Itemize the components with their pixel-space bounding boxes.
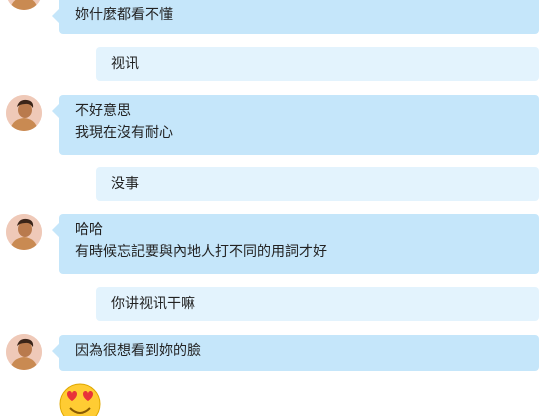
message-bubble-incoming: 不好意思 我現在沒有耐心	[52, 95, 539, 155]
heart-eyes-emoji-icon	[58, 382, 102, 416]
chat-conversation: 妳什麼都看不懂 视讯 不好意思 我現在沒有耐心 没事 哈哈 有時候忘記要與內地人…	[0, 0, 539, 416]
message-bubble-incoming: 哈哈 有時候忘記要與內地人打不同的用詞才好	[52, 214, 539, 274]
person-avatar-icon	[6, 0, 42, 10]
message-text: 你讲视讯干嘛	[111, 296, 195, 312]
message-text: 没事	[111, 176, 139, 192]
message-text: 因為很想看到妳的臉	[75, 343, 201, 359]
contact-avatar[interactable]	[6, 0, 42, 10]
message-bubble-outgoing: 没事	[96, 167, 539, 201]
message-text: 我現在沒有耐心	[75, 125, 173, 141]
message-text: 哈哈	[75, 222, 103, 238]
person-avatar-icon	[6, 95, 42, 131]
message-bubble-outgoing: 你讲视讯干嘛	[96, 287, 539, 321]
contact-avatar[interactable]	[6, 95, 42, 131]
person-avatar-icon	[6, 334, 42, 370]
message-bubble-incoming: 妳什麼都看不懂	[52, 0, 539, 34]
person-avatar-icon	[6, 214, 42, 250]
message-text: 视讯	[111, 56, 139, 72]
message-bubble-outgoing: 视讯	[96, 47, 539, 81]
contact-avatar[interactable]	[6, 334, 42, 370]
message-text: 有時候忘記要與內地人打不同的用詞才好	[75, 244, 327, 260]
contact-avatar[interactable]	[6, 214, 42, 250]
message-text: 妳什麼都看不懂	[75, 7, 173, 23]
message-bubble-incoming: 因為很想看到妳的臉	[52, 335, 539, 371]
message-text: 不好意思	[75, 103, 131, 119]
